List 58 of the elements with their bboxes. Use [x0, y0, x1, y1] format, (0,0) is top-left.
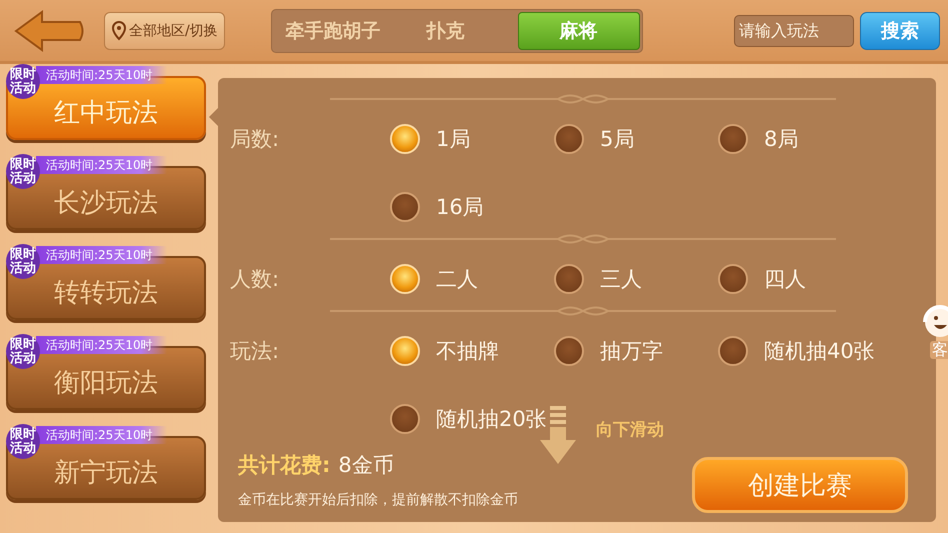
option-text: 四人 [764, 266, 806, 293]
search-field[interactable]: 请输入玩法 [734, 14, 854, 46]
radio-button[interactable] [718, 336, 748, 366]
option-label[interactable]: 随机抽20张 [390, 404, 554, 434]
radio-button[interactable] [554, 336, 584, 366]
radio-button[interactable] [718, 124, 748, 154]
option-label[interactable]: 8局 [718, 124, 882, 154]
search-button[interactable]: 搜索 [860, 12, 940, 50]
option-label[interactable]: 二人 [390, 264, 554, 294]
option-text: 随机抽40张 [764, 338, 875, 365]
game-tab[interactable]: 麻将 [518, 12, 640, 50]
radio-button[interactable] [390, 404, 420, 434]
event-timer: 活动时间:25天10时 [36, 66, 167, 84]
cost-label: 共计花费: [238, 452, 330, 479]
option-text: 不抽牌 [436, 338, 499, 365]
game-tab[interactable]: 扑克 [418, 12, 473, 50]
radio-button[interactable] [554, 124, 584, 154]
radio-button[interactable] [554, 264, 584, 294]
event-timer: 活动时间:25天10时 [36, 336, 167, 354]
limited-event-badge: 限时活动 [6, 244, 40, 280]
setting-label: 局数: [230, 126, 280, 153]
option-label[interactable]: 16局 [390, 192, 554, 222]
cost-note: 金币在比赛开始后扣除，提前解散不扣除金币 [238, 491, 518, 509]
cost-value: 8金币 [338, 452, 394, 479]
limited-event-badge: 限时活动 [6, 64, 40, 100]
setting-label: 玩法: [230, 338, 280, 365]
back-arrow-icon[interactable] [14, 8, 86, 54]
event-timer: 活动时间:25天10时 [36, 246, 167, 264]
option-text: 随机抽20张 [436, 406, 547, 433]
option-label[interactable]: 四人 [718, 264, 882, 294]
setting-label: 人数: [230, 266, 280, 293]
option-label[interactable]: 随机抽40张 [718, 336, 882, 366]
option-text: 8局 [764, 126, 798, 153]
option-label[interactable]: 不抽牌 [390, 336, 554, 366]
limited-event-badge: 限时活动 [6, 154, 40, 190]
customer-service-button[interactable]: 客 [920, 300, 948, 359]
option-text: 二人 [436, 266, 478, 293]
option-text: 三人 [600, 266, 642, 293]
limited-event-badge: 限时活动 [6, 334, 40, 370]
service-label: 客 [930, 341, 948, 359]
option-label[interactable]: 三人 [554, 264, 718, 294]
scroll-hint: 向下滑动 [596, 419, 664, 441]
option-text: 1局 [436, 126, 470, 153]
location-pin-icon [111, 20, 127, 40]
option-label[interactable]: 1局 [390, 124, 554, 154]
option-text: 抽万字 [600, 338, 663, 365]
radio-button[interactable] [390, 192, 420, 222]
option-label[interactable]: 抽万字 [554, 336, 718, 366]
option-text: 16局 [436, 194, 484, 221]
radio-button[interactable] [718, 264, 748, 294]
game-tab[interactable]: 牵手跑胡子 [278, 12, 389, 50]
event-timer: 活动时间:25天10时 [36, 156, 167, 174]
region-button[interactable]: 全部地区/切换 [104, 12, 225, 50]
create-match-button[interactable]: 创建比赛 [692, 457, 908, 513]
option-label[interactable]: 5局 [554, 124, 718, 154]
limited-event-badge: 限时活动 [6, 424, 40, 460]
event-timer: 活动时间:25天10时 [36, 426, 167, 444]
option-text: 5局 [600, 126, 634, 153]
